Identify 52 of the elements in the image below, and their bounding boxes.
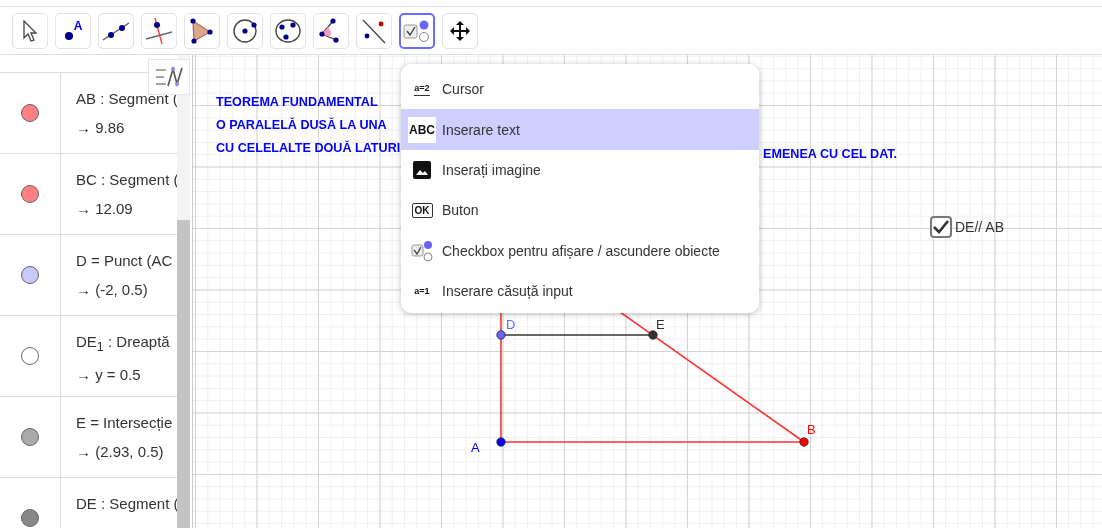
theorem-text: TEOREMA FUNDAMENTAL (216, 95, 379, 109)
theorem-text: EMENEA CU CEL DAT. (763, 147, 898, 161)
visibility-dot[interactable] (21, 347, 39, 365)
theorem-text: CU CELELALTE DOUĂ LATURI (216, 141, 401, 155)
graph-style-icon (154, 65, 184, 89)
point[interactable] (496, 437, 506, 447)
visibility-dot[interactable] (21, 509, 39, 527)
checkbox-icon (403, 18, 431, 43)
perpendicular-line-icon (145, 16, 173, 45)
visibility-dot[interactable] (21, 266, 39, 284)
object-value: → (2.93, 0.5) (76, 443, 165, 460)
point[interactable] (648, 330, 658, 340)
input-box-icon: a=1 (414, 286, 430, 297)
visibility-dot[interactable] (21, 428, 39, 446)
scrollbar-thumb[interactable] (177, 220, 190, 528)
triangle-icon (189, 17, 215, 44)
visibility-dot[interactable] (21, 185, 39, 203)
menu-item[interactable]: OK Buton (401, 190, 759, 231)
arrow-cursor-icon (22, 19, 38, 42)
point[interactable] (496, 330, 506, 340)
object-definition: DE$_{1}$ : Dreaptă (76, 333, 170, 354)
point-label: E (656, 317, 665, 332)
checkbox[interactable] (930, 216, 952, 238)
menu-item[interactable]: a=2 Cursor (401, 69, 759, 110)
point-label: B (807, 422, 816, 437)
object-value: → y = 0.5 (76, 366, 142, 383)
object-value: → (-2, 0.5) (76, 281, 149, 298)
style-bar-button[interactable] (148, 59, 190, 95)
menu-item[interactable]: a=1 Inserare căsuță input (401, 270, 759, 312)
checkbox-icon (411, 239, 433, 262)
theorem-text: O PARALELĂ DUSĂ LA UNA (216, 118, 388, 132)
object-definition: D = Punct (AC (76, 252, 173, 269)
text-icon: ABC (408, 116, 436, 143)
circle-icon (274, 17, 302, 44)
circle-icon (232, 17, 258, 44)
check-icon (933, 220, 949, 234)
button-icon: OK (411, 202, 433, 218)
checkbox-label: DE// AB (955, 219, 1005, 235)
point-label: A (471, 440, 480, 455)
menu-item[interactable]: Inserați imagine (401, 149, 759, 191)
move-icon (449, 19, 471, 42)
tool-button[interactable]: A (55, 12, 91, 49)
point[interactable] (799, 437, 809, 447)
visibility-dot[interactable] (21, 104, 39, 122)
point-label: D (506, 317, 516, 332)
menu-item[interactable]: ABC Inserare text (401, 109, 759, 150)
object-definition: E = Intersecție (76, 414, 173, 431)
image-icon (413, 160, 431, 179)
object-value: → 9.86 (76, 119, 126, 136)
object-value: → 12.09 (76, 200, 134, 217)
menu-item[interactable]: Checkbox pentru afișare / ascundere obiecte (401, 230, 759, 271)
reflect-icon (361, 17, 387, 44)
